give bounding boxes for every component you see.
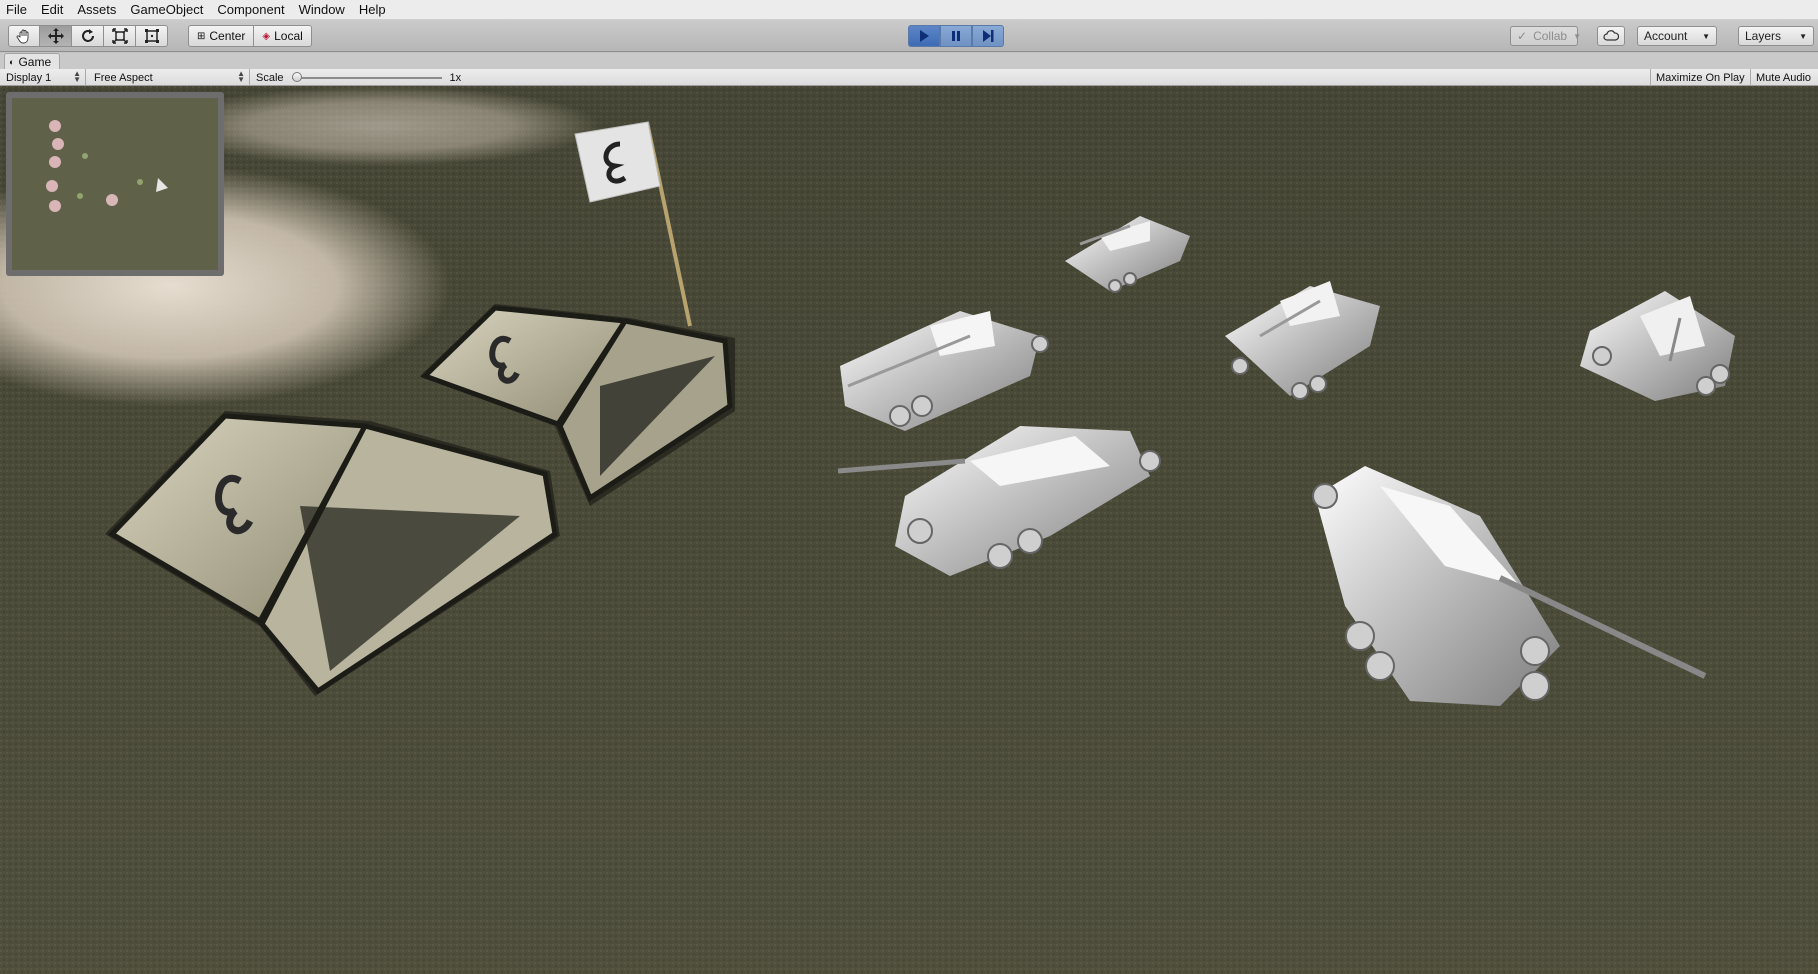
minimap-unit [49, 120, 61, 132]
pivot-toggles: ⊞ Center ◈ Local [188, 25, 312, 47]
pivot-center-label: Center [209, 29, 246, 43]
rotate-tool-icon [81, 29, 94, 42]
tab-game[interactable]: ◐ Game [4, 53, 61, 69]
scale-control: Scale 1x [256, 69, 461, 86]
rect-tool-button[interactable] [136, 25, 168, 47]
minimap-unit [46, 180, 58, 192]
aspect-label: Free Aspect [94, 71, 153, 84]
main-toolbar: ⊞ Center ◈ Local ✓ Collab ▼ Account ▼ La… [0, 20, 1818, 52]
chevron-down-icon: ▼ [1702, 31, 1710, 41]
minimap-unit [49, 200, 61, 212]
tab-bar: ◐ Game [0, 53, 1818, 69]
hand-tool-icon [16, 29, 29, 44]
pause-icon [952, 31, 960, 41]
play-icon [920, 30, 929, 42]
hand-tool-button[interactable] [8, 25, 40, 47]
chevron-down-icon: ▼ [1573, 31, 1582, 41]
menu-component[interactable]: Component [210, 0, 291, 20]
local-cube-icon: ◈ [262, 30, 271, 42]
aspect-dropdown[interactable]: Free Aspect ▲ ▼ [88, 69, 250, 86]
spotlight-area-far [160, 86, 600, 166]
layers-dropdown[interactable]: Layers ▼ [1738, 26, 1814, 46]
game-viewport[interactable] [0, 86, 1818, 974]
minimap-unit [106, 194, 118, 206]
game-scene [0, 86, 1818, 974]
game-view-toolbar: Display 1 ▲ ▼ Free Aspect ▲ ▼ Scale 1x Max… [0, 69, 1818, 86]
transform-tools [8, 25, 168, 47]
pivot-local-button[interactable]: ◈ Local [254, 25, 312, 47]
menu-edit[interactable]: Edit [34, 0, 70, 20]
menu-bar: File Edit Assets GameObject Component Wi… [0, 0, 1818, 20]
scale-slider[interactable] [291, 69, 442, 86]
chevron-down-icon: ▼ [1799, 31, 1807, 41]
cloud-icon [1603, 30, 1619, 41]
account-label: Account [1644, 29, 1688, 43]
playback-controls [908, 25, 1004, 47]
mute-label: Mute Audio [1756, 71, 1812, 84]
rect-tool-icon [144, 29, 159, 43]
mute-audio-toggle[interactable]: Mute Audio [1750, 69, 1818, 86]
minimap-unit [49, 156, 61, 168]
scale-value: 1x [449, 71, 462, 84]
menu-assets[interactable]: Assets [70, 0, 123, 20]
scale-slider-knob[interactable] [291, 72, 302, 82]
rotate-tool-button[interactable] [72, 25, 104, 47]
menu-help[interactable]: Help [352, 0, 393, 20]
maximize-on-play-toggle[interactable]: Maximize On Play [1650, 69, 1750, 86]
pause-button[interactable] [940, 25, 972, 47]
cloud-button[interactable] [1597, 26, 1625, 46]
updown-arrow-icon: ▲ ▼ [237, 69, 245, 84]
scale-slider-track [291, 77, 442, 79]
step-icon [983, 30, 994, 42]
move-tool-button[interactable] [40, 25, 72, 47]
menu-gameobject[interactable]: GameObject [123, 0, 210, 20]
layers-label: Layers [1745, 29, 1782, 43]
move-tool-icon [47, 28, 64, 44]
pivot-local-label: Local [274, 29, 303, 43]
account-dropdown[interactable]: Account ▼ [1637, 26, 1717, 46]
collab-button[interactable]: ✓ Collab ▼ [1510, 26, 1582, 46]
game-controller-icon: ◐ [9, 56, 15, 67]
pivot-center-button[interactable]: ⊞ Center [188, 25, 255, 47]
display-label: Display 1 [6, 71, 52, 84]
pivot-center-icon: ⊞ [197, 30, 206, 42]
updown-arrow-icon: ▲ ▼ [73, 69, 81, 84]
menu-file[interactable]: File [0, 0, 34, 20]
scale-label: Scale [256, 71, 284, 84]
minimap[interactable] [6, 92, 224, 276]
step-button[interactable] [972, 25, 1004, 47]
check-icon: ✓ [1517, 29, 1528, 43]
minimap-unit [52, 138, 64, 150]
scale-tool-button[interactable] [104, 25, 136, 47]
menu-window[interactable]: Window [292, 0, 352, 20]
collab-label: Collab [1533, 29, 1568, 43]
play-button[interactable] [908, 25, 940, 47]
scale-tool-icon [111, 28, 128, 44]
tab-game-label: Game [18, 54, 52, 69]
display-dropdown[interactable]: Display 1 ▲ ▼ [0, 69, 86, 86]
maximize-label: Maximize On Play [1656, 71, 1745, 84]
